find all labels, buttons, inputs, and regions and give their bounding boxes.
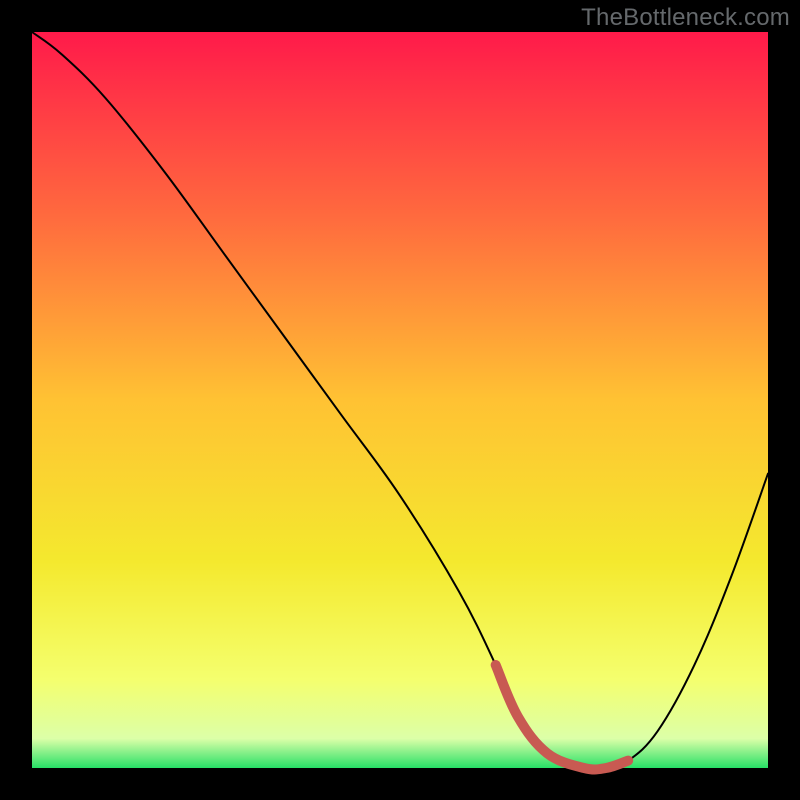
chart-svg [0, 0, 800, 800]
watermark-text: TheBottleneck.com [581, 4, 790, 32]
chart-frame: { "watermark": "TheBottleneck.com", "cha… [0, 0, 800, 800]
